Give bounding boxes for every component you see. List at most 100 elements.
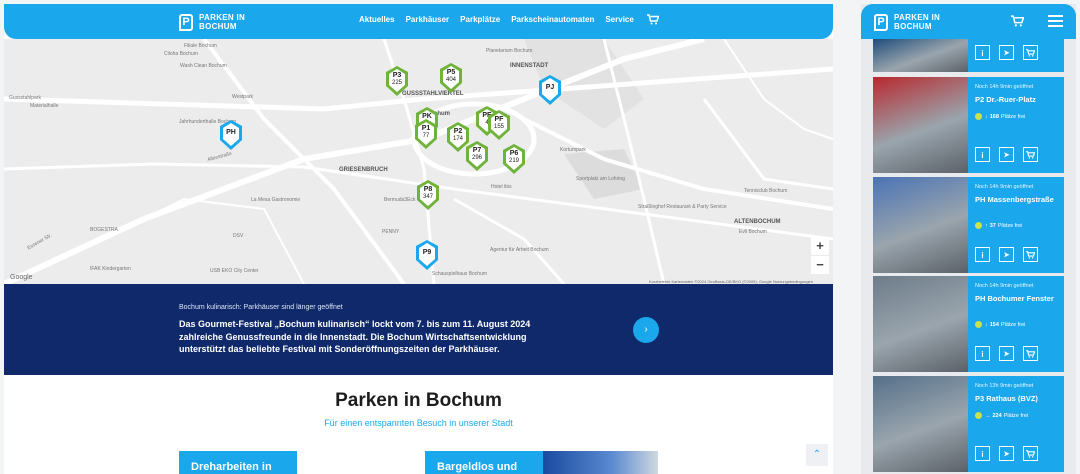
map-label: USB EKO City Center bbox=[210, 268, 259, 274]
parking-list-item[interactable]: Noch 14h 9min geöffnet P2 Dr.-Ruer-Platz ↓… bbox=[873, 77, 1064, 173]
map-label: Hotel ibis bbox=[491, 184, 512, 190]
map-label: Evli Bochum bbox=[739, 229, 767, 235]
marker-p1[interactable]: P1 77 bbox=[415, 119, 437, 149]
navigation-arrow-icon[interactable]: ➤ bbox=[999, 346, 1014, 361]
nav-parkscheinautomaten[interactable]: Parkscheinautomaten bbox=[511, 15, 594, 24]
map-label: Schauspielhaus Bochum bbox=[432, 271, 488, 277]
next-news-button[interactable]: › bbox=[633, 317, 659, 343]
logo-line-1: PARKEN IN bbox=[199, 13, 246, 22]
opening-status: Noch 14h 9min geöffnet bbox=[975, 184, 1034, 190]
section-title: Parken in Bochum bbox=[335, 390, 502, 411]
info-icon[interactable]: i bbox=[975, 147, 990, 162]
nav-parkhaeuser[interactable]: Parkhäuser bbox=[406, 15, 450, 24]
navigation-arrow-icon[interactable]: ➤ bbox=[999, 247, 1014, 262]
parking-name: P2 Dr.-Ruer-Platz bbox=[975, 95, 1036, 104]
free-spaces: ↑ 37 Plätze frei bbox=[975, 222, 1022, 229]
info-icon[interactable]: i bbox=[975, 247, 990, 262]
marker-p7[interactable]: P7 296 bbox=[466, 141, 488, 171]
section-subtitle: Für einen entspannten Besuch in unserer … bbox=[324, 418, 513, 428]
map-label: Westpark bbox=[232, 94, 254, 100]
logo-line-2: BOCHUM bbox=[894, 22, 932, 31]
parking-list-item[interactable]: Noch 14h 9min geöffnet PH Massenbergstraß… bbox=[873, 177, 1064, 273]
map-label: Planetarium Bochum bbox=[486, 48, 533, 54]
parking-photo bbox=[873, 376, 968, 472]
trend-arrow-icon: ↓ bbox=[985, 321, 988, 328]
info-icon[interactable]: i bbox=[975, 45, 990, 60]
cart-icon[interactable] bbox=[1023, 346, 1038, 361]
availability-dot-icon bbox=[975, 321, 982, 328]
marker-p3[interactable]: P3 225 bbox=[386, 66, 408, 96]
marker-pj[interactable]: PJ bbox=[539, 75, 561, 105]
zoom-out-button[interactable]: − bbox=[811, 256, 829, 274]
opening-status: Noch 14h 9min geöffnet bbox=[975, 84, 1034, 90]
parking-map[interactable]: Filiale Bochum Ciloha Bochum Wash Clean … bbox=[4, 39, 833, 284]
map-label: Ciloha Bochum bbox=[164, 51, 198, 57]
parking-name: PH Massenbergstraße bbox=[975, 195, 1054, 204]
nav-service[interactable]: Service bbox=[605, 15, 633, 24]
availability-dot-icon bbox=[975, 412, 982, 419]
site-logo[interactable]: P PARKEN IN BOCHUM bbox=[179, 13, 259, 31]
logo-line-1: PARKEN IN bbox=[894, 13, 941, 22]
info-icon[interactable]: i bbox=[975, 346, 990, 361]
teaser-card-image bbox=[543, 451, 658, 474]
map-label: Filiale Bochum bbox=[184, 43, 217, 49]
parking-photo bbox=[873, 77, 968, 173]
map-label: Bermuda3Eck bbox=[384, 197, 416, 203]
teaser-card-title: Dreharbeiten in bbox=[191, 461, 272, 473]
marker-p5[interactable]: P5 404 bbox=[440, 63, 462, 93]
opening-status: Noch 13h 9min geöffnet bbox=[975, 383, 1034, 389]
parking-photo bbox=[873, 276, 968, 372]
logo-p-icon: P bbox=[179, 13, 193, 31]
map-label: Materialhalle bbox=[30, 103, 59, 109]
scroll-to-top-button[interactable]: ⌃ bbox=[806, 444, 828, 466]
news-teaser: Bochum kulinarisch: Parkhäuser sind läng… bbox=[179, 304, 343, 311]
zoom-in-button[interactable]: + bbox=[811, 237, 829, 255]
trend-arrow-icon: ↓ bbox=[985, 113, 988, 120]
site-logo[interactable]: P PARKEN IN BOCHUM bbox=[874, 13, 954, 31]
cart-icon[interactable] bbox=[1023, 147, 1038, 162]
parking-list-item[interactable]: Noch 14h 9min geöffnet PH Bochumer Fenste… bbox=[873, 276, 1064, 372]
navigation-arrow-icon[interactable]: ➤ bbox=[999, 147, 1014, 162]
news-banner: Bochum kulinarisch: Parkhäuser sind läng… bbox=[4, 284, 833, 375]
free-spaces: → 224 Plätze frei bbox=[975, 412, 1028, 419]
map-label: Tennisclub Bochum bbox=[744, 188, 788, 194]
map-label: BOGESTRA bbox=[90, 227, 118, 233]
map-label: Wash Clean Bochum bbox=[180, 63, 227, 69]
navigation-arrow-icon[interactable]: ➤ bbox=[999, 45, 1014, 60]
info-icon[interactable]: i bbox=[975, 446, 990, 461]
mobile-view: P PARKEN IN BOCHUM i ➤ Noch 14h 9min geöff… bbox=[861, 4, 1076, 474]
free-spaces: ↓ 154 Plätze frei bbox=[975, 321, 1025, 328]
free-spaces: ↓ 168 Plätze frei bbox=[975, 113, 1025, 120]
map-label: IFAK Kindergarten bbox=[90, 266, 131, 272]
parking-photo bbox=[873, 39, 968, 72]
opening-status: Noch 14h 9min geöffnet bbox=[975, 283, 1034, 289]
hamburger-icon[interactable] bbox=[1048, 15, 1063, 30]
availability-dot-icon bbox=[975, 222, 982, 229]
logo-line-2: BOCHUM bbox=[199, 22, 237, 31]
nav-parkplaetze[interactable]: Parkplätze bbox=[460, 15, 500, 24]
cart-icon[interactable] bbox=[1023, 45, 1038, 60]
trend-arrow-icon: → bbox=[985, 412, 991, 419]
cart-icon[interactable] bbox=[1011, 15, 1025, 30]
parking-list-item[interactable]: Noch 13h 9min geöffnet P3 Rathaus (BVZ) → 2… bbox=[873, 376, 1064, 472]
google-logo: Google bbox=[10, 274, 33, 281]
map-label: Sportplatz am Lohring bbox=[576, 176, 625, 182]
cart-icon[interactable] bbox=[647, 14, 660, 28]
marker-pf[interactable]: PF 155 bbox=[488, 110, 510, 140]
teaser-card-bargeldlos[interactable]: Bargeldlos und bbox=[425, 451, 658, 474]
marker-ph[interactable]: PH bbox=[220, 120, 242, 150]
teaser-card-title: Bargeldlos und bbox=[437, 461, 518, 473]
marker-p8[interactable]: P8 347 bbox=[417, 180, 439, 210]
trend-arrow-icon: ↑ bbox=[985, 222, 988, 229]
cart-icon[interactable] bbox=[1023, 247, 1038, 262]
marker-p9[interactable]: P9 bbox=[416, 240, 438, 270]
teaser-card-dreharbeiten[interactable]: Dreharbeiten in bbox=[179, 451, 297, 474]
nav-aktuelles[interactable]: Aktuelles bbox=[359, 15, 395, 24]
parking-list-item[interactable]: i ➤ bbox=[873, 39, 1064, 72]
map-label: INNENSTADT bbox=[510, 63, 549, 69]
marker-p6[interactable]: P6 219 bbox=[503, 144, 525, 174]
mobile-header: P PARKEN IN BOCHUM bbox=[861, 4, 1076, 39]
map-label: Agentur für Arbeit Bochum bbox=[490, 247, 549, 253]
cart-icon[interactable] bbox=[1023, 446, 1038, 461]
navigation-arrow-icon[interactable]: ➤ bbox=[999, 446, 1014, 461]
